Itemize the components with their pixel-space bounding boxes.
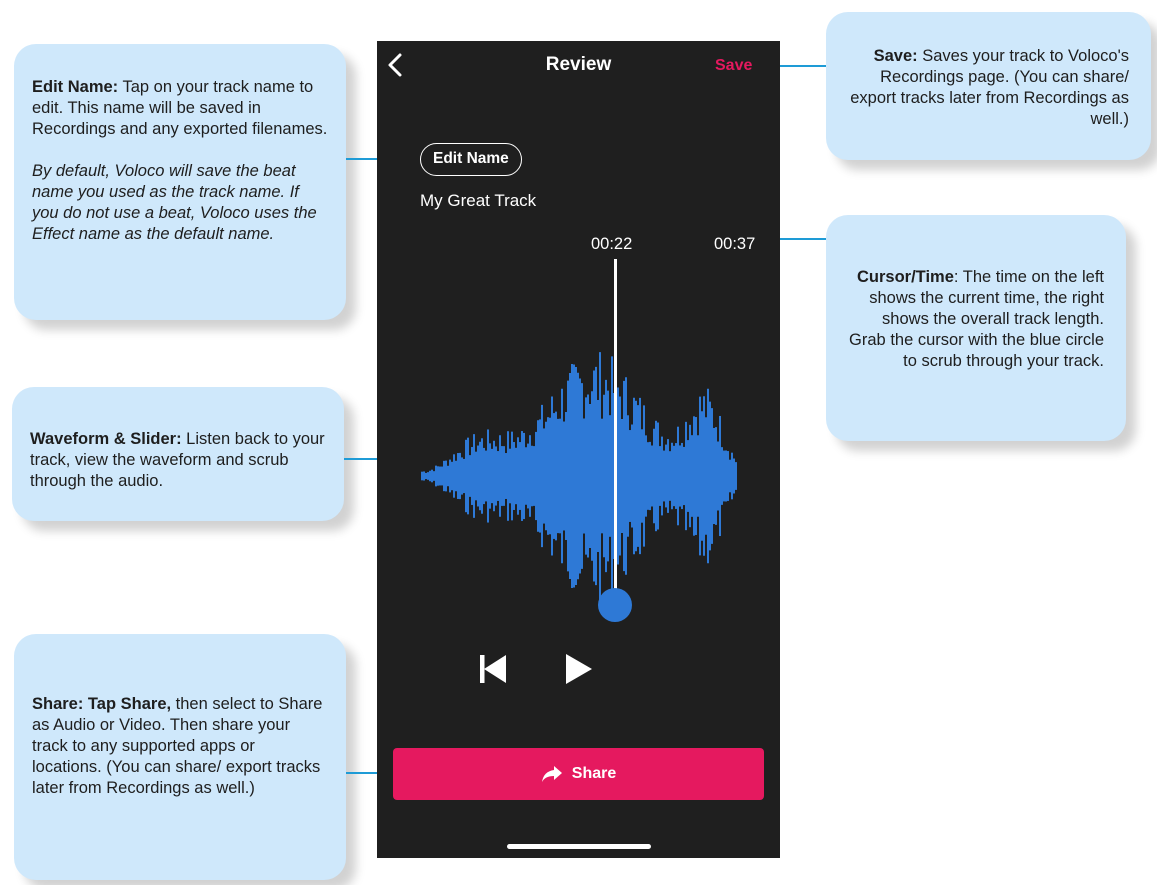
share-button[interactable]: Share xyxy=(393,748,764,800)
callout-edit-name: Edit Name: Tap on your track name to edi… xyxy=(14,44,346,320)
callout-waveform-heading: Waveform & Slider: xyxy=(30,430,182,448)
callout-share: Share: Tap Share, then select to Share a… xyxy=(14,634,346,880)
save-button[interactable]: Save xyxy=(715,57,752,75)
callout-save-heading: Save: xyxy=(873,47,918,65)
callout-share-text: Share: Tap Share, then select to Share a… xyxy=(32,694,328,799)
callout-edit-name-text: Edit Name: Tap on your track name to edi… xyxy=(32,77,328,140)
connector-cursor-time xyxy=(775,238,826,240)
callout-waveform-text: Waveform & Slider: Listen back to your t… xyxy=(30,429,326,492)
edit-name-button[interactable]: Edit Name xyxy=(420,143,522,176)
playback-cursor-handle[interactable] xyxy=(598,588,632,622)
share-arrow-icon xyxy=(541,766,562,782)
play-button[interactable] xyxy=(565,653,593,685)
skip-back-button[interactable] xyxy=(479,654,507,684)
callout-cursor-time-heading: Cursor/Time xyxy=(856,268,954,286)
callout-waveform: Waveform & Slider: Listen back to your t… xyxy=(12,387,344,521)
callout-cursor-time: Cursor/Time: The time on the left shows … xyxy=(826,215,1126,441)
callout-save-text: Save: Saves your track to Voloco's Recor… xyxy=(848,46,1129,130)
callout-share-heading: Share: Tap Share, xyxy=(32,695,172,713)
callout-edit-name-note: By default, Voloco will save the beat na… xyxy=(32,162,317,243)
callout-cursor-time-text: Cursor/Time: The time on the left shows … xyxy=(848,267,1104,372)
playback-cursor-line xyxy=(614,259,617,609)
play-icon xyxy=(566,654,592,684)
waveform[interactable] xyxy=(377,251,780,631)
callout-edit-name-heading: Edit Name: xyxy=(32,78,119,96)
phone-screen: Review Save Edit Name My Great Track 00:… xyxy=(377,41,780,858)
share-button-label: Share xyxy=(571,765,617,782)
track-name: My Great Track xyxy=(420,191,537,210)
callout-save: Save: Saves your track to Voloco's Recor… xyxy=(826,12,1151,160)
home-indicator xyxy=(507,844,651,849)
skip-back-icon xyxy=(480,655,506,683)
